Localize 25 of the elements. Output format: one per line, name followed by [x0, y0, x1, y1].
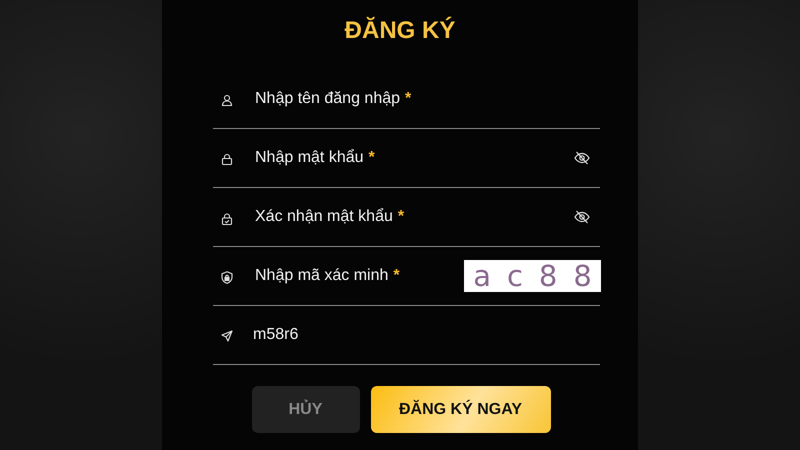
eye-off-icon[interactable]	[574, 151, 590, 165]
input-field[interactable]: Nhập mật khẩu *	[213, 129, 600, 188]
required-mark: *	[368, 149, 375, 167]
lock-icon	[221, 212, 233, 224]
page-title: ĐĂNG KÝ	[344, 16, 456, 46]
field-placeholder: Nhập tên đăng nhập	[255, 90, 400, 108]
user-icon	[221, 94, 233, 106]
input-field[interactable]: m58r6	[213, 306, 600, 365]
required-mark: *	[405, 90, 412, 108]
input-field[interactable]: Xác nhận mật khẩu *	[213, 188, 600, 247]
field-placeholder: Xác nhận mật khẩu	[255, 208, 393, 226]
lock-icon	[221, 153, 233, 165]
field-value: m58r6	[253, 325, 298, 345]
register-button[interactable]: ĐĂNG KÝ NGAY	[370, 386, 550, 433]
required-mark: *	[398, 208, 404, 226]
input-field[interactable]: Nhập tên đăng nhập *	[213, 70, 600, 129]
required-mark: *	[393, 267, 400, 285]
eye-off-icon[interactable]	[574, 210, 590, 224]
input-field[interactable]: Nhập mã xác minh * ac88	[213, 247, 600, 306]
field-placeholder: Nhập mã xác minh	[255, 267, 388, 285]
send-icon	[221, 330, 233, 342]
shield-icon	[221, 270, 233, 284]
field-placeholder: Nhập mật khẩu	[255, 149, 364, 167]
cancel-button[interactable]: HỦY	[252, 386, 360, 433]
captcha-image[interactable]: ac88	[464, 260, 601, 292]
